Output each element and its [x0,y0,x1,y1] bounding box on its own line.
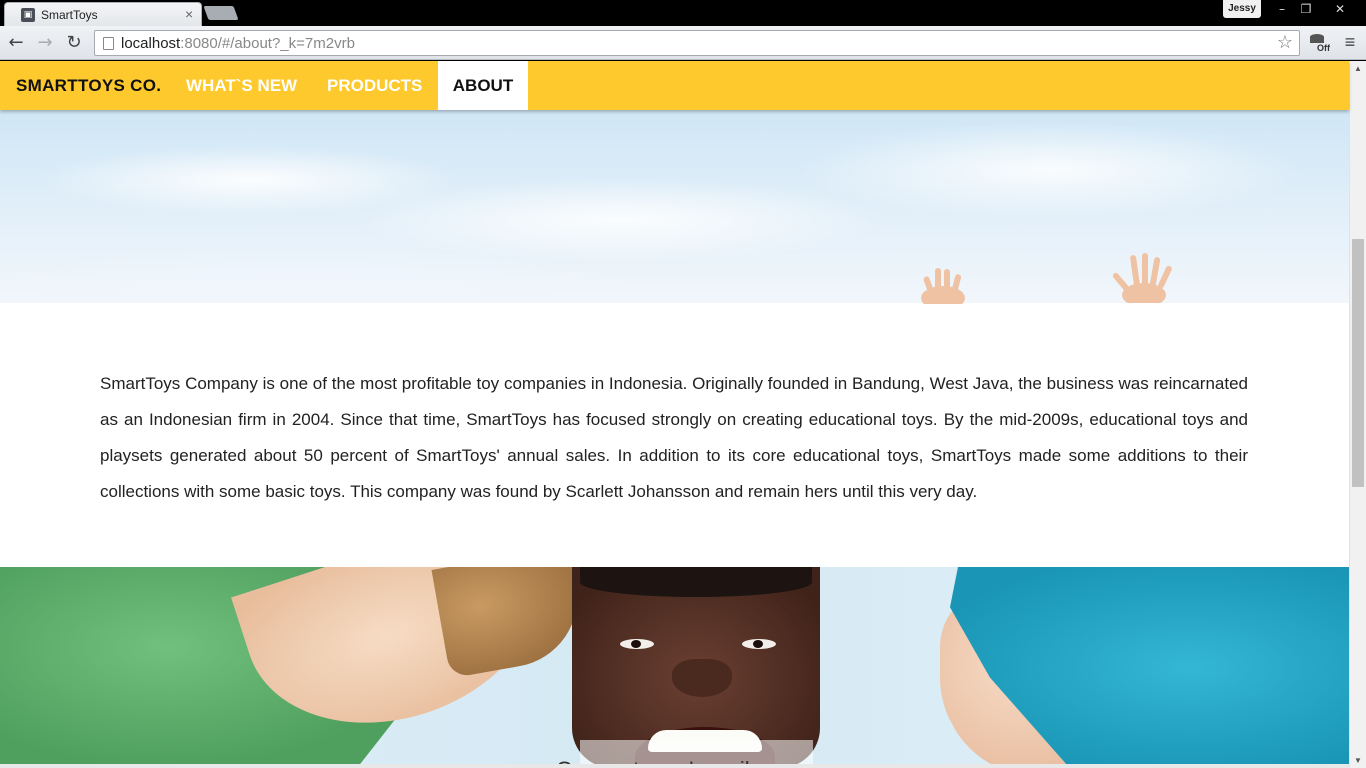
scroll-down-arrow-icon[interactable]: ▼ [1354,756,1362,765]
tab-close-icon[interactable]: × [185,6,193,22]
photo-eye-left [620,639,654,649]
browser-toolbar: ← → ↻ localhost:8080/#/about?_k=7m2vrb ☆ [0,26,1366,60]
scroll-thumb[interactable] [1352,239,1364,487]
url-text[interactable]: localhost:8080/#/about?_k=7m2vrb [121,35,355,52]
forward-arrow-icon[interactable]: → [34,32,56,54]
raised-hand-right [1112,253,1172,303]
extension-icon[interactable]: Off [1309,33,1331,55]
page-icon [103,37,114,50]
smarttoys-favicon-icon: ▣ [21,8,35,22]
minimize-button[interactable]: – [1270,0,1294,18]
nav-products[interactable]: PRODUCTS [327,76,422,96]
browser-tabstrip: ▣ SmartToys × Jessy – ❐ ✕ [0,0,1366,26]
page-scrollbar[interactable]: ▲ ▼ [1349,61,1366,768]
bottom-status-strip [0,764,1349,768]
address-bar[interactable]: localhost:8080/#/about?_k=7m2vrb ☆ [94,30,1300,56]
scroll-up-arrow-icon[interactable]: ▲ [1354,64,1362,73]
browser-menu-icon[interactable]: ≡ [1340,32,1360,54]
page-viewport: SMARTTOYS CO. WHAT`S NEW PRODUCTS ABOUT … [0,61,1366,768]
url-rest: :8080/#/about?_k=7m2vrb [180,35,355,52]
hero-sky-image [0,110,1349,304]
back-arrow-icon[interactable]: ← [5,32,27,54]
extension-label: Off [1317,43,1330,53]
raised-hand-left [921,268,965,304]
reload-icon[interactable]: ↻ [63,32,85,54]
restore-button[interactable]: ❐ [1294,0,1318,18]
kids-photo: Our customer's smiles [0,567,1349,768]
new-tab-button[interactable] [203,6,239,20]
tab-title: SmartToys [41,8,98,22]
profile-badge[interactable]: Jessy [1223,0,1261,18]
photo-hair-center [580,567,812,597]
window-close-button[interactable]: ✕ [1318,0,1362,18]
browser-tab[interactable]: ▣ SmartToys × [4,2,202,26]
photo-nose [672,659,732,697]
site-navbar: SMARTTOYS CO. WHAT`S NEW PRODUCTS ABOUT [0,61,1349,110]
nav-about[interactable]: ABOUT [438,61,528,110]
photo-eye-right [742,639,776,649]
nav-whats-new[interactable]: WHAT`S NEW [186,76,297,96]
bookmark-star-icon[interactable]: ☆ [1277,32,1293,53]
site-brand[interactable]: SMARTTOYS CO. [16,76,161,96]
url-host: localhost [121,35,181,52]
about-paragraph: SmartToys Company is one of the most pro… [100,374,1248,501]
photo-hair-left [431,567,589,679]
